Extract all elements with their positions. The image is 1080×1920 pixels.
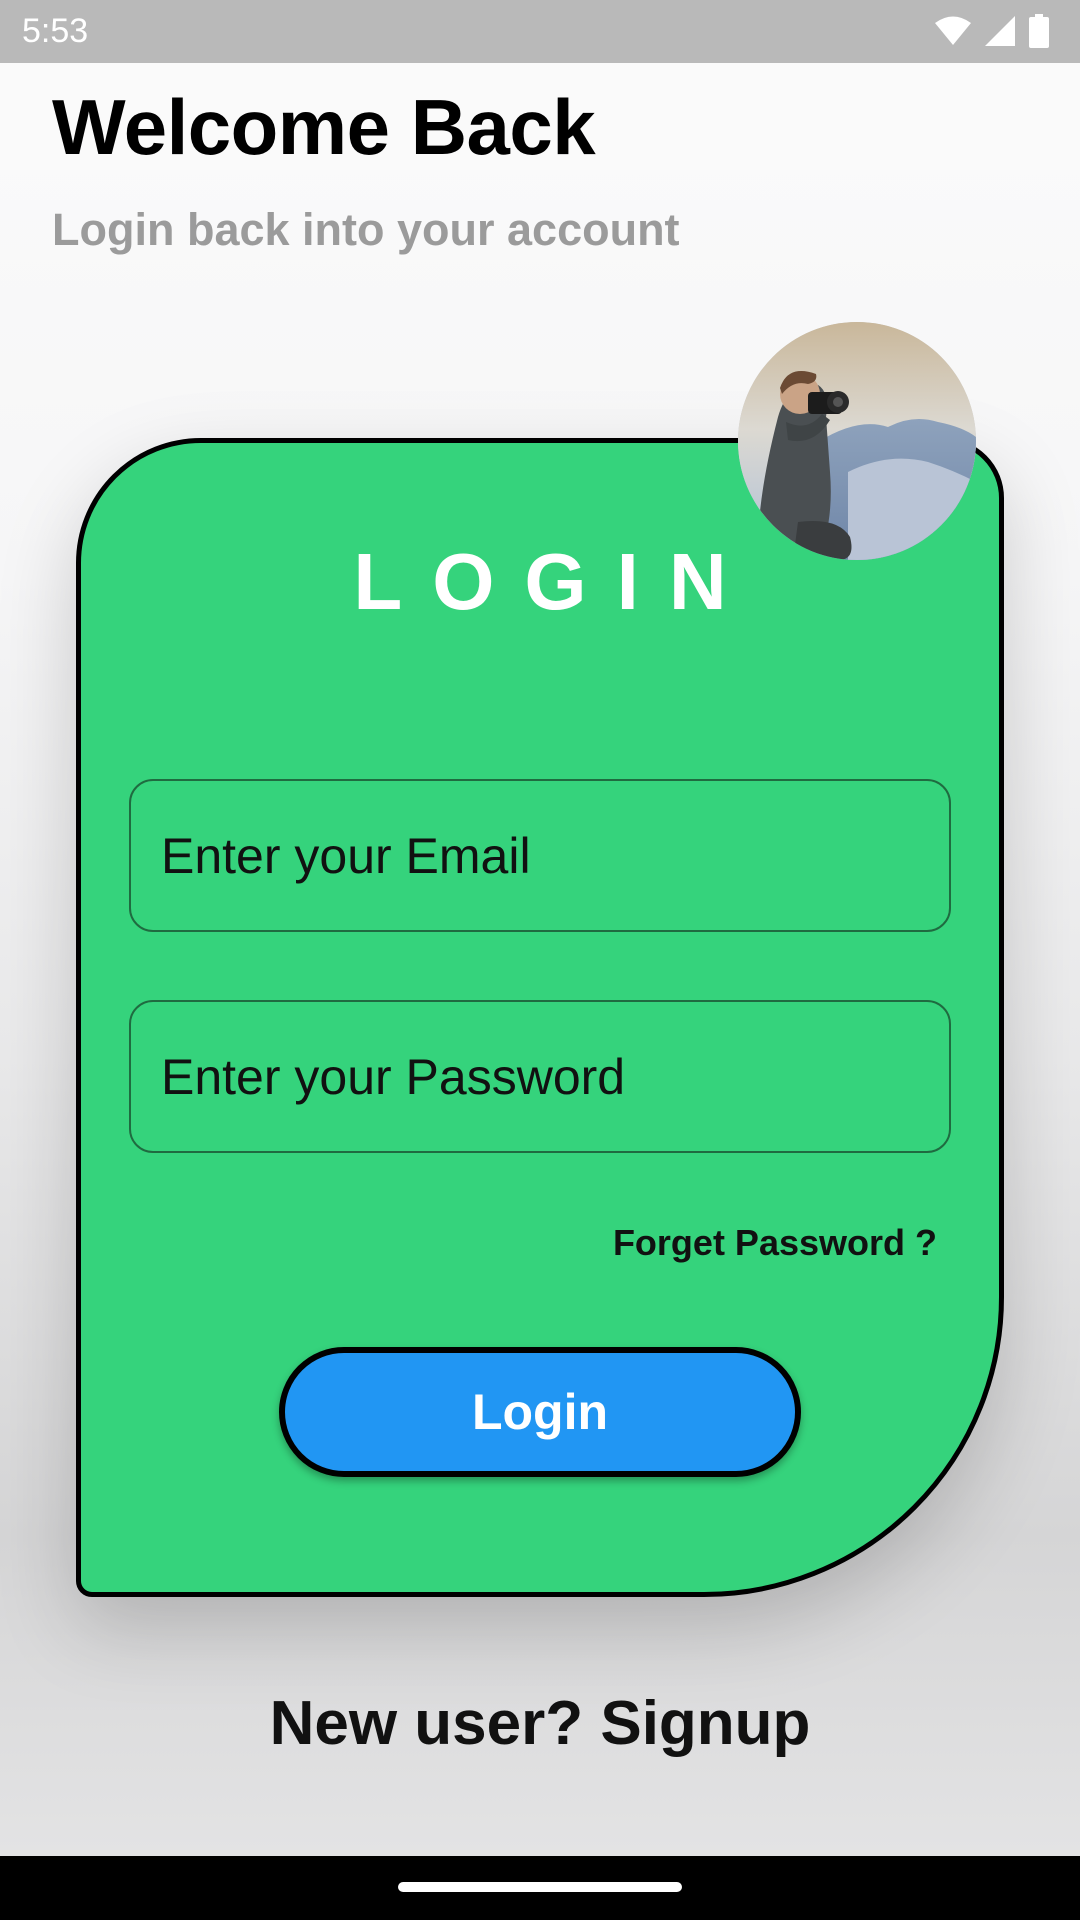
signup-link[interactable]: New user? Signup — [0, 1688, 1080, 1759]
page-subtitle: Login back into your account — [52, 204, 680, 255]
password-input[interactable] — [131, 1002, 949, 1151]
battery-icon — [1028, 14, 1050, 53]
navigation-bar — [0, 1856, 1080, 1920]
page-title: Welcome Back — [52, 83, 596, 171]
status-bar: 5:53 — [0, 0, 1080, 63]
status-icons — [934, 14, 1050, 53]
forget-password-link[interactable]: Forget Password ? — [613, 1222, 937, 1264]
email-field[interactable] — [129, 779, 951, 932]
login-heading: LOGIN — [353, 537, 757, 626]
signal-icon — [984, 15, 1016, 52]
home-indicator[interactable] — [398, 1882, 682, 1892]
avatar-photo-icon — [738, 322, 976, 560]
login-button[interactable]: Login — [279, 1347, 801, 1477]
password-field[interactable] — [129, 1000, 951, 1153]
status-time: 5:53 — [22, 12, 89, 50]
avatar — [738, 322, 976, 560]
wifi-icon — [934, 16, 972, 51]
login-button-label: Login — [471, 1384, 609, 1440]
email-input[interactable] — [131, 781, 949, 930]
